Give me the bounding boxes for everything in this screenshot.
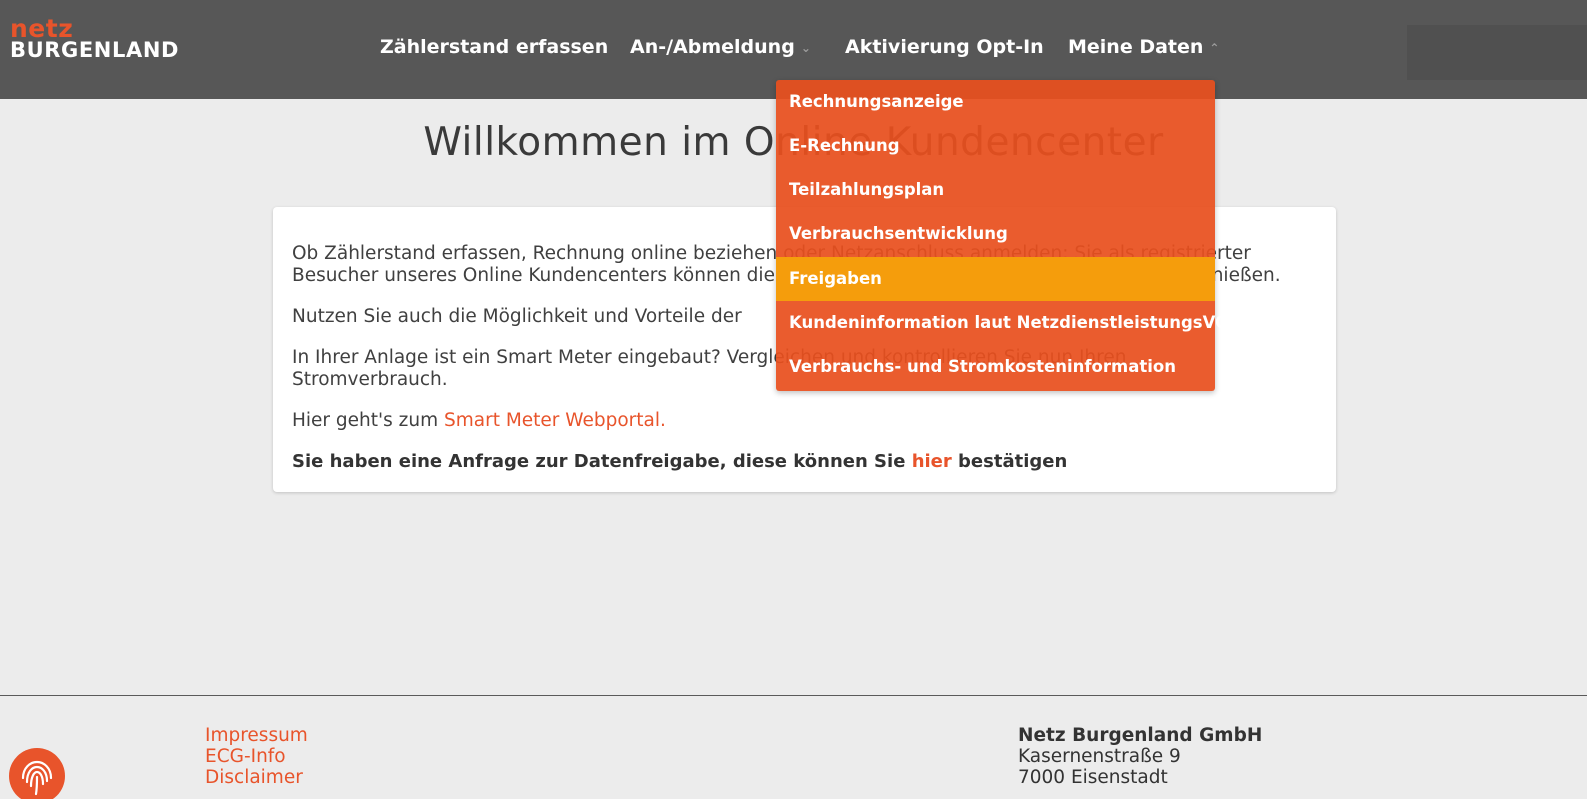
meine-daten-dropdown: Rechnungsanzeige E-Rechnung Teilzahlungs… [776, 80, 1229, 391]
data-release-link[interactable]: hier [912, 451, 952, 472]
footer-link-ecg-info[interactable]: ECG-Info [205, 746, 308, 767]
dropdown-item-teilzahlungsplan[interactable]: Teilzahlungsplan [776, 168, 1215, 212]
dropdown-item-rechnungsanzeige[interactable]: Rechnungsanzeige [776, 80, 1215, 124]
dropdown-item-freigaben[interactable]: Freigaben [776, 257, 1215, 301]
dropdown-item-e-rechnung[interactable]: E-Rechnung [776, 124, 1215, 168]
fingerprint-icon[interactable] [9, 748, 65, 799]
nav-label: Zählerstand erfassen [380, 36, 609, 58]
nav-label: Meine Daten [1068, 36, 1204, 58]
webportal-prefix: Hier geht's zum [292, 410, 439, 431]
dropdown-item-verbrauchsentwicklung[interactable]: Verbrauchsentwicklung [776, 212, 1215, 256]
logo-line-burgenland: BURGENLAND [10, 38, 180, 62]
nav-meine-daten[interactable]: Meine Daten ⌃ [1068, 36, 1219, 58]
footer-street: Kasernenstraße 9 [1018, 746, 1181, 767]
chevron-down-icon: ⌄ [800, 40, 811, 55]
chevron-up-icon: ⌃ [1209, 40, 1220, 55]
nav-aktivierung-opt-in[interactable]: Aktivierung Opt-In [845, 36, 1044, 58]
nav-label: Aktivierung Opt-In [845, 36, 1044, 58]
nav-an-abmeldung[interactable]: An-/Abmeldung ⌄ [630, 36, 811, 58]
nav-zaehlerstand-erfassen[interactable]: Zählerstand erfassen [380, 36, 608, 58]
footer-address: Netz Burgenland GmbH Kasernenstraße 9 70… [1018, 725, 1262, 788]
footer-links: Impressum ECG-Info Disclaimer [205, 725, 308, 788]
webportal-paragraph: Hier geht's zum Smart Meter Webportal. [292, 410, 1317, 432]
dropdown-item-kundeninformation[interactable]: Kundeninformation laut Netzdienstleistun… [776, 301, 1229, 345]
header-user-area[interactable] [1407, 25, 1587, 80]
data-release-suffix: bestätigen [958, 451, 1068, 472]
data-release-paragraph: Sie haben eine Anfrage zur Datenfreigabe… [292, 451, 1317, 473]
footer-link-disclaimer[interactable]: Disclaimer [205, 767, 308, 788]
footer-link-impressum[interactable]: Impressum [205, 725, 308, 746]
netz-burgenland-logo[interactable]: netz BURGENLAND [10, 16, 179, 61]
footer-company-name: Netz Burgenland GmbH [1018, 725, 1263, 746]
data-release-prefix: Sie haben eine Anfrage zur Datenfreigabe… [292, 451, 906, 472]
nav-label: An-/Abmeldung [630, 36, 795, 58]
footer-city: 7000 Eisenstadt [1018, 767, 1168, 788]
dropdown-item-verbrauchs-stromkosteninformation[interactable]: Verbrauchs- und Stromkosteninformation [776, 345, 1215, 389]
footer-divider [0, 695, 1587, 696]
smart-meter-webportal-link[interactable]: Smart Meter Webportal. [444, 410, 666, 431]
